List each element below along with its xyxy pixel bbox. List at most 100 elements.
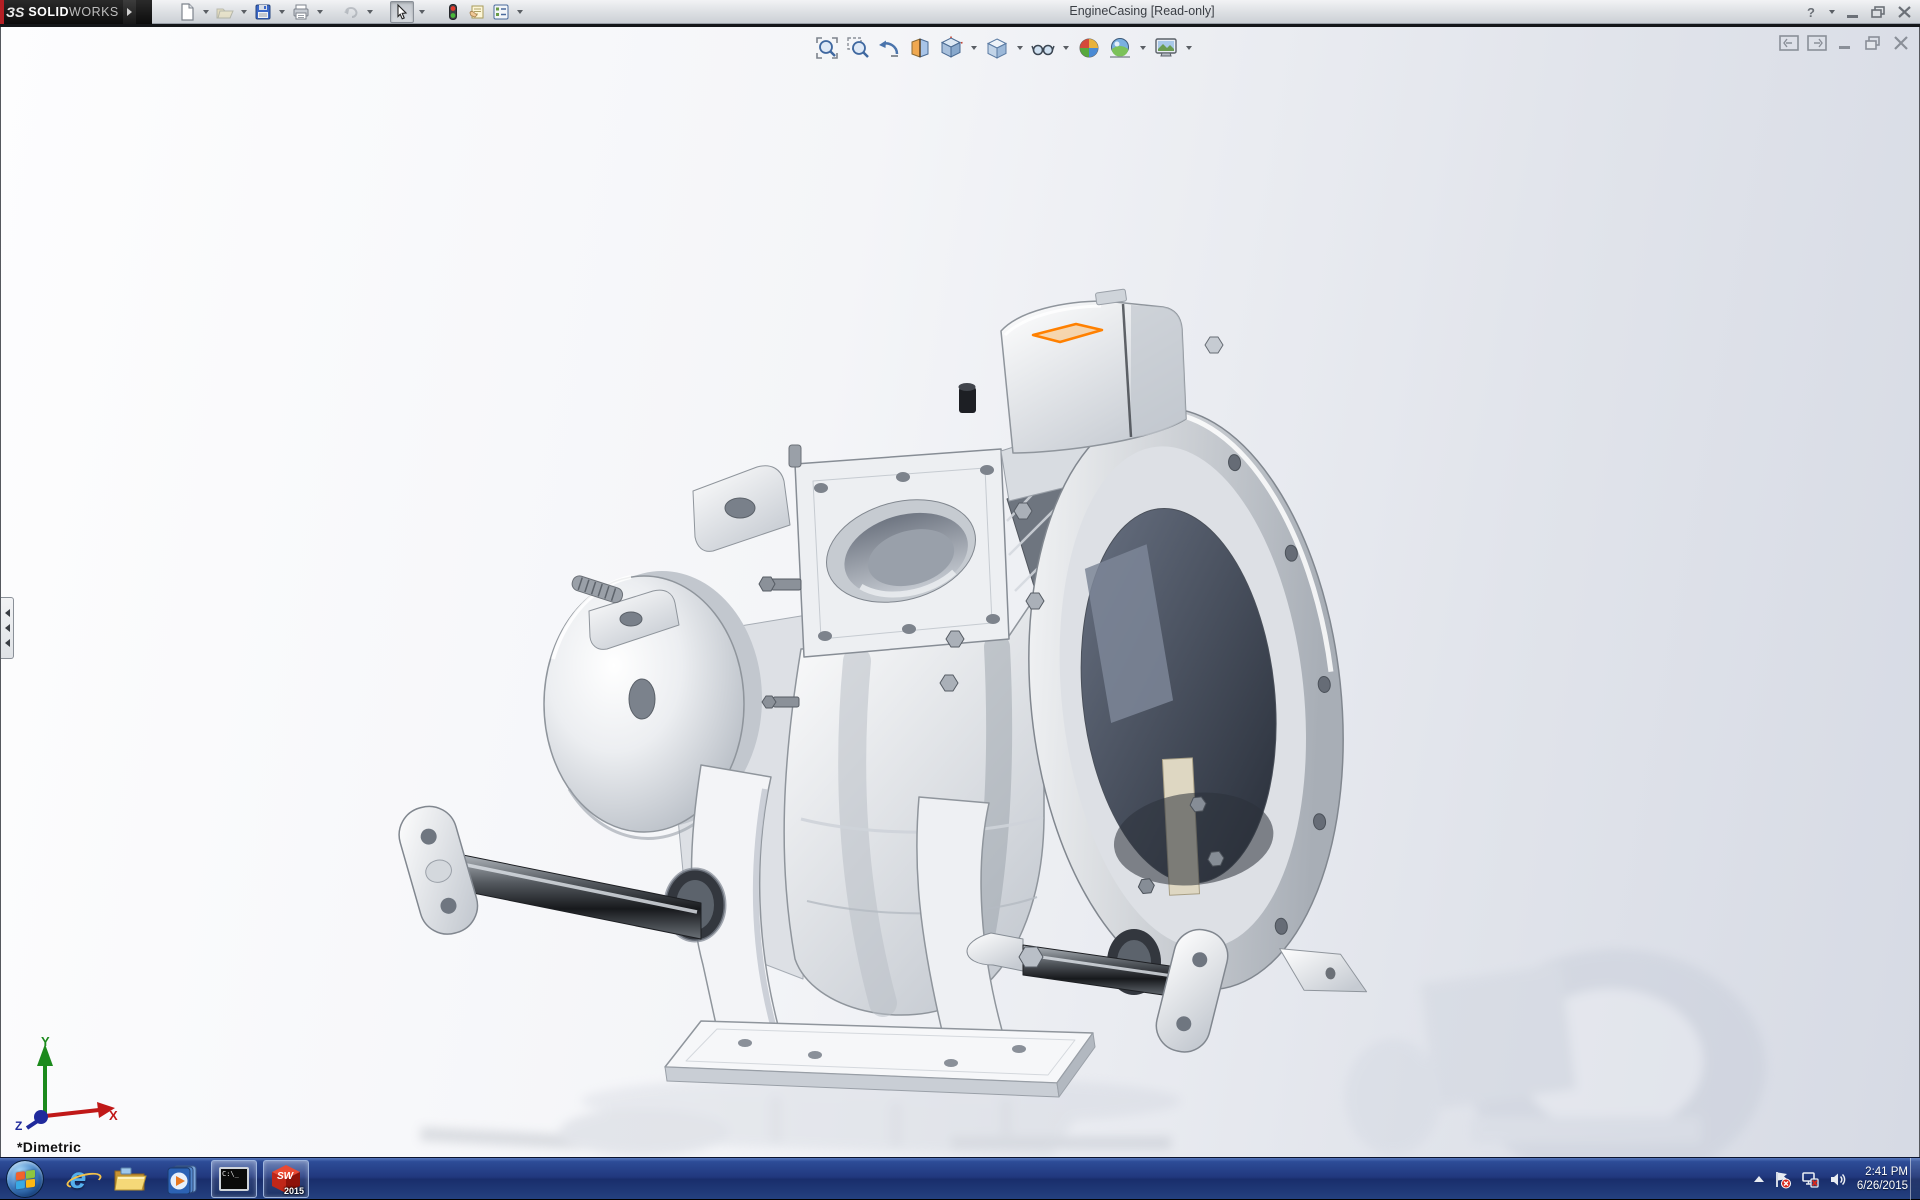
print-button[interactable] (290, 1, 312, 23)
print-dropdown-caret[interactable] (317, 10, 323, 14)
internet-explorer-icon: e (70, 1162, 87, 1196)
select-button[interactable] (390, 1, 414, 23)
close-button[interactable] (1894, 3, 1916, 21)
sw-version-badge: 2015 (284, 1186, 304, 1196)
doc-restore-button[interactable] (1863, 35, 1883, 51)
section-view-icon (908, 36, 932, 60)
tray-clock[interactable]: 2:41 PM 6/26/2015 (1857, 1165, 1908, 1193)
system-tray: 2:41 PM 6/26/2015 (1754, 1158, 1908, 1200)
apply-scene-button[interactable] (1106, 35, 1134, 61)
taskbar-item-command-prompt[interactable]: C:\_ (211, 1160, 257, 1198)
scene-sphere-icon (1108, 36, 1132, 60)
hide-show-items-caret[interactable] (1063, 46, 1069, 50)
open-dropdown-caret[interactable] (241, 10, 247, 14)
select-dropdown-caret[interactable] (419, 10, 425, 14)
print-icon (292, 3, 310, 21)
undo-button[interactable] (340, 1, 362, 23)
floor-reflection-ghost (1345, 949, 1766, 1157)
show-hidden-icons-button[interactable] (1754, 1176, 1764, 1182)
triad-x-label: X (109, 1108, 118, 1123)
logo-text: SOLIDWORKS (28, 5, 118, 19)
apply-scene-caret[interactable] (1140, 46, 1146, 50)
cmd-prompt-text: C:\_ (222, 1170, 239, 1178)
document-window-controls (1779, 35, 1911, 51)
new-button[interactable] (176, 1, 198, 23)
view-settings-caret[interactable] (1186, 46, 1192, 50)
rebuild-button[interactable] (442, 1, 464, 23)
hide-show-items-button[interactable] (1029, 35, 1057, 61)
tray-time: 2:41 PM (1857, 1165, 1908, 1179)
doc-minimize-button[interactable] (1835, 35, 1855, 51)
zoom-to-area-button[interactable] (844, 35, 872, 61)
model-3d[interactable] (1, 27, 1919, 1157)
tray-date: 6/26/2015 (1857, 1179, 1908, 1193)
minimize-button[interactable] (1842, 3, 1864, 21)
view-orientation-button[interactable] (937, 35, 965, 61)
doc-close-button[interactable] (1891, 35, 1911, 51)
undo-dropdown-caret[interactable] (367, 10, 373, 14)
expand-panel-arrow-icon (5, 609, 10, 617)
open-folder-icon (216, 3, 234, 21)
taskbar-item-internet-explorer[interactable]: e (55, 1160, 101, 1198)
expand-panel-arrow-icon (5, 624, 10, 632)
eyeglasses-icon (1031, 36, 1055, 60)
view-settings-monitor-icon (1154, 36, 1178, 60)
rebuild-traffic-light-icon (444, 3, 462, 21)
triad-y-label: Y (41, 1036, 50, 1049)
taskbar-item-media-player[interactable] (159, 1160, 205, 1198)
logo-flyout-button[interactable] (123, 0, 136, 24)
view-orientation-label: *Dimetric (17, 1139, 81, 1155)
previous-view-icon (877, 36, 901, 60)
windows-taskbar: e C:\_ SW 201 (0, 1157, 1920, 1199)
taskbar-item-windows-explorer[interactable] (107, 1160, 153, 1198)
taskbar-item-solidworks[interactable]: SW 2015 (263, 1160, 309, 1198)
new-dropdown-caret[interactable] (203, 10, 209, 14)
display-style-button[interactable] (983, 35, 1011, 61)
action-center-flag-icon[interactable] (1773, 1170, 1792, 1189)
network-error-icon[interactable] (1801, 1170, 1820, 1189)
show-desktop-button[interactable] (1910, 1158, 1920, 1200)
help-button[interactable]: ? (1800, 3, 1822, 21)
expand-panel-arrow-icon (5, 639, 10, 647)
logo-red-accent (0, 0, 4, 24)
view-orientation-caret[interactable] (971, 46, 977, 50)
zoom-to-fit-button[interactable] (813, 35, 841, 61)
cylinder-flange (789, 445, 1009, 657)
save-button[interactable] (252, 1, 274, 23)
open-button[interactable] (214, 1, 236, 23)
solidworks-cube-icon: SW 2015 (271, 1164, 301, 1194)
command-prompt-icon: C:\_ (219, 1167, 249, 1191)
collapse-left-pane-button[interactable] (1779, 35, 1799, 51)
restore-button[interactable] (1868, 3, 1890, 21)
options-dropdown-caret[interactable] (517, 10, 523, 14)
collapse-right-pane-button[interactable] (1807, 35, 1827, 51)
undo-icon (342, 3, 360, 21)
section-view-button[interactable] (906, 35, 934, 61)
file-properties-icon (468, 3, 486, 21)
options-button[interactable] (490, 1, 512, 23)
zoom-to-area-icon (846, 36, 870, 60)
title-bar: ЗS SOLIDWORKS (0, 0, 1920, 24)
media-player-icon (166, 1164, 198, 1194)
file-properties-button[interactable] (466, 1, 488, 23)
start-button[interactable] (6, 1160, 44, 1198)
options-icon (492, 3, 510, 21)
display-style-caret[interactable] (1017, 46, 1023, 50)
main-toolbar (176, 1, 526, 23)
graphics-viewport[interactable]: Y X Z *Dimetric (0, 27, 1920, 1157)
logo-text-light: WORKS (69, 5, 119, 19)
view-settings-button[interactable] (1152, 35, 1180, 61)
previous-view-button[interactable] (875, 35, 903, 61)
model-floor-reflection (420, 1075, 1181, 1157)
help-dropdown-caret[interactable] (1829, 10, 1835, 14)
zoom-to-fit-icon (815, 36, 839, 60)
triad-z-label: Z (15, 1119, 22, 1131)
save-dropdown-caret[interactable] (279, 10, 285, 14)
folder-icon (113, 1165, 147, 1193)
edit-appearance-button[interactable] (1075, 35, 1103, 61)
solidworks-logo: ЗS SOLIDWORKS (0, 0, 152, 24)
headsup-view-toolbar (813, 35, 1195, 61)
volume-icon[interactable] (1829, 1170, 1848, 1189)
feature-manager-collapsed-tab[interactable] (1, 597, 14, 659)
sw-letters: SW (277, 1171, 295, 1182)
